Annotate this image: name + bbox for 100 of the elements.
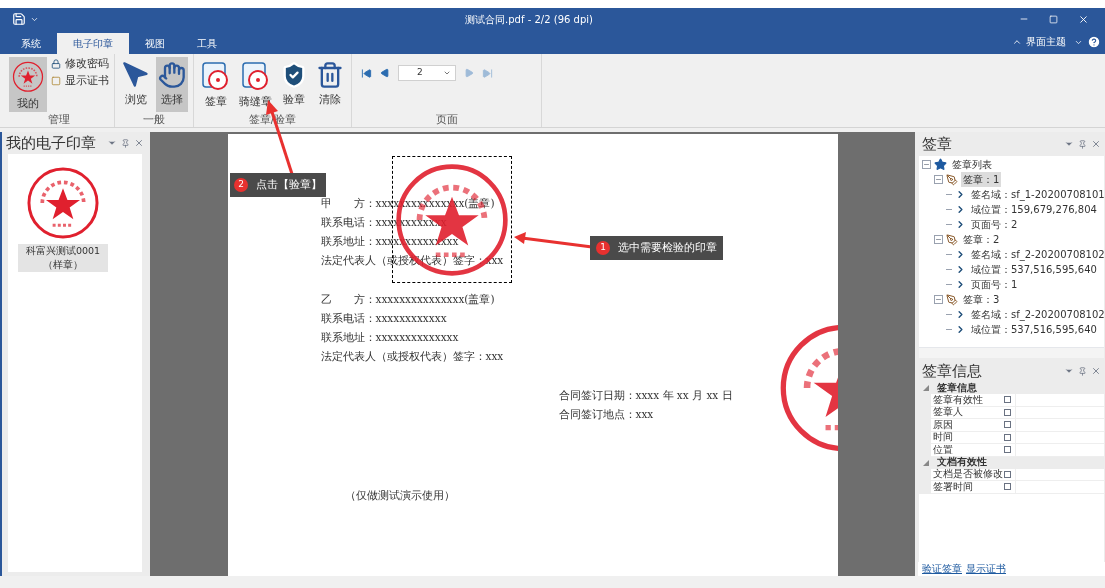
document-text: 联系地址：xxxxxxxxxxxxxx [320, 330, 459, 345]
category-label: 文档有效性 [937, 455, 987, 468]
collapse-icon[interactable] [923, 385, 929, 391]
step-number: 1 [596, 241, 610, 255]
chevron-icon [955, 204, 966, 215]
document-text: 合同签订日期：xxxx 年 xx 月 xx 日 [558, 388, 733, 403]
panel-link[interactable]: 显示证书 [966, 561, 1006, 577]
tree-item[interactable]: 页面号：1 [969, 277, 1020, 292]
close-icon[interactable] [1091, 139, 1101, 149]
ribbon-tab[interactable]: 工具 [181, 33, 233, 54]
lock-icon [51, 59, 61, 69]
dropdown-icon[interactable] [1064, 366, 1074, 376]
ribbon-small-button[interactable]: 显示证书 [51, 74, 109, 88]
property-label: 原因 [933, 417, 954, 432]
collapse-ribbon-icon[interactable] [1012, 37, 1022, 47]
tree-item[interactable]: 签名域：sf_2-20200708102 [969, 307, 1105, 322]
save-icon[interactable] [12, 12, 26, 26]
pin-icon[interactable] [1078, 366, 1087, 376]
group-label: 页面 [435, 112, 458, 128]
ribbon-button[interactable]: 清除 [314, 57, 346, 112]
help-icon[interactable] [1087, 35, 1101, 49]
ribbon-small-button[interactable]: 修改密码 [51, 57, 109, 71]
seal-icon [11, 61, 45, 93]
last-page-icon[interactable] [482, 67, 493, 79]
collapse-toggle-icon[interactable] [934, 295, 943, 304]
close-icon[interactable] [134, 138, 144, 148]
star-icon [934, 158, 947, 171]
property-label: 文档是否被修改 [933, 467, 1004, 482]
dropdown-icon[interactable] [107, 138, 117, 148]
scrollbar[interactable] [919, 347, 1104, 358]
tree-item[interactable]: 域位置：537,516,595,640 [969, 262, 1099, 277]
tree-item[interactable]: 签章：3 [961, 292, 1002, 307]
theme-menu[interactable]: 界面主题 [1026, 34, 1066, 50]
stamp-item[interactable]: 科富兴测试0001（样章） [18, 244, 108, 272]
property-label: 时间 [933, 430, 954, 445]
ribbon-tab[interactable]: 视图 [129, 33, 181, 54]
dropdown-icon[interactable] [1064, 139, 1074, 149]
document-text: 乙 方：xxxxxxxxxxxxxxx(盖章) [320, 292, 495, 307]
ribbon-tab[interactable]: 电子印章 [57, 33, 129, 54]
chevron-icon [955, 219, 966, 230]
hand-icon [158, 61, 186, 89]
pen-icon [946, 293, 958, 306]
group-label: 管理 [48, 112, 70, 128]
caret-icon [443, 69, 451, 77]
next-page-icon[interactable] [464, 68, 474, 78]
callout-text: 选中需要检验的印章 [618, 239, 717, 256]
panel-title: 我的电子印章 [6, 132, 97, 154]
cursor-arrow-icon [122, 61, 150, 89]
seal-documents-icon [240, 61, 271, 91]
property-label: 签章人 [933, 405, 964, 420]
previous-page-icon[interactable] [380, 68, 390, 78]
trash-icon [316, 61, 344, 89]
close-icon[interactable] [1091, 366, 1101, 376]
maximize-icon[interactable] [1049, 14, 1058, 24]
pen-icon [946, 173, 958, 186]
document-text: 法定代表人（或授权代表）签字：xxx [320, 349, 504, 364]
pin-icon[interactable] [121, 138, 130, 148]
window-title: 测试合同.pdf - 2/2 (96 dpi) [465, 12, 593, 27]
chevron-icon [955, 324, 966, 335]
ribbon-button[interactable]: 验章 [278, 57, 310, 112]
collapse-toggle-icon[interactable] [934, 235, 943, 244]
first-page-icon[interactable] [361, 67, 372, 79]
pin-icon[interactable] [1078, 139, 1087, 149]
tree-item[interactable]: 域位置：159,679,276,804 [969, 202, 1099, 217]
tree-item[interactable]: 签名域：sf_1-20200708101 [969, 187, 1105, 202]
collapse-icon[interactable] [923, 459, 929, 466]
property-label: 签章有效性 [933, 393, 984, 406]
chevron-icon [955, 249, 966, 260]
property-label: 位置 [933, 442, 954, 456]
collapse-toggle-icon[interactable] [922, 160, 931, 169]
ribbon-button[interactable]: 签章 [199, 57, 233, 112]
tree-item[interactable]: 域位置：537,516,595,640 [969, 322, 1099, 337]
chevron-icon [955, 279, 966, 290]
ribbon-button[interactable]: 我的 [9, 57, 47, 112]
tree-item[interactable]: 签章：1 [961, 172, 1002, 187]
panel-link[interactable]: 验证签章 [922, 561, 962, 577]
step-number: 2 [234, 178, 248, 192]
chevron-icon [955, 189, 966, 200]
document-text: 合同签订地点：xxx [558, 407, 654, 422]
ribbon-button[interactable]: 选择 [156, 57, 188, 112]
tree-item[interactable]: 签章列表 [950, 157, 994, 172]
page-number-combo[interactable]: 2 [398, 65, 456, 81]
ribbon-button[interactable]: 浏览 [120, 57, 152, 112]
document-text: （仅做测试演示使用） [344, 488, 455, 503]
tree-item[interactable]: 签名域：sf_2-20200708102 [969, 247, 1105, 262]
property-label: 签署时间 [933, 479, 974, 494]
ribbon-tab[interactable]: 系统 [5, 33, 57, 54]
panel-title: 签章 [922, 133, 953, 155]
tree-item[interactable]: 页面号：2 [969, 217, 1020, 232]
seal-document-icon [201, 61, 231, 91]
close-icon[interactable] [1078, 13, 1089, 25]
chevron-icon [955, 264, 966, 275]
group-label: 一般 [143, 112, 165, 128]
callout-text: 点击【验章】 [256, 176, 322, 193]
chevron-icon [955, 309, 966, 320]
collapse-toggle-icon[interactable] [934, 175, 943, 184]
panel-title: 签章信息 [922, 360, 983, 382]
pen-icon [946, 233, 958, 246]
category-label: 签章信息 [937, 380, 977, 394]
tree-item[interactable]: 签章：2 [961, 232, 1002, 247]
